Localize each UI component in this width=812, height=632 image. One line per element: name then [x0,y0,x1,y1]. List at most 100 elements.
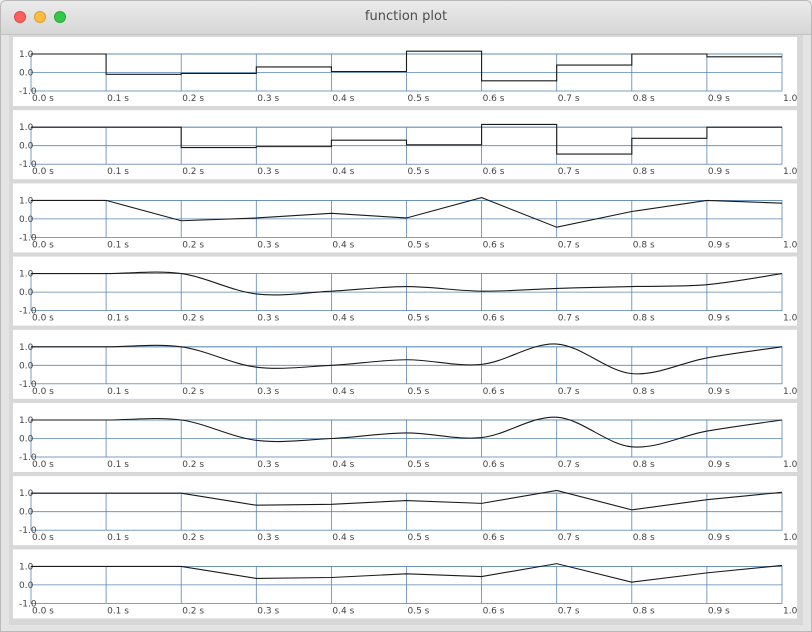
x-tick-label: 0.7 s [558,167,580,177]
x-tick-label: 0.1 s [107,460,129,470]
x-tick-label: 0.0 s [32,606,54,616]
y-tick-label: 0.0 [19,215,34,225]
x-tick-label: 1.0 [783,606,798,616]
x-tick-label: 0.9 s [708,94,730,104]
y-tick-label: 1.0 [19,50,34,60]
x-tick-label: 0.0 s [32,314,54,324]
x-tick-label: 0.3 s [257,460,279,470]
x-tick-label: 0.3 s [257,533,279,543]
panel-background [13,110,797,180]
x-tick-label: 0.4 s [332,240,354,250]
x-tick-label: 1.0 [783,387,798,397]
y-tick-label: 1.0 [19,196,34,206]
x-tick-label: 1.0 [783,94,798,104]
x-tick-label: 0.5 s [408,240,430,250]
x-tick-label: 0.5 s [408,460,430,470]
x-tick-label: 0.9 s [708,240,730,250]
y-tick-label: 1.0 [19,270,34,280]
x-tick-label: 0.0 s [32,460,54,470]
x-tick-label: 0.3 s [257,167,279,177]
plot-panel-6: 1.00.0-1.00.0 s 0.1 s 0.2 s 0.3 s 0.4 s 0.5 s… [13,403,798,472]
x-tick-label: 0.2 s [182,94,204,104]
y-tick-label: 0.0 [19,508,34,518]
plot-panel-5: 1.00.0-1.00.0 s 0.1 s 0.2 s 0.3 s 0.4 s 0.5 s… [13,329,798,399]
x-tick-label: 0.7 s [558,94,580,104]
x-tick-label: 0.9 s [708,460,730,470]
x-tick-label: 0.8 s [633,533,655,543]
x-tick-label: 1.0 [783,314,798,324]
x-tick-label: 0.5 s [408,387,430,397]
panel-background [13,476,797,546]
plot-panel-7: 1.00.0-1.00.0 s 0.1 s 0.2 s 0.3 s 0.4 s 0.5 s… [13,476,798,546]
x-tick-label: 0.2 s [182,606,204,616]
x-tick-label: 0.1 s [107,94,129,104]
window-title: function plot [364,9,448,24]
x-tick-label: 0.3 s [257,606,279,616]
x-tick-label: 0.9 s [708,387,730,397]
x-tick-label: 0.2 s [182,240,204,250]
x-tick-label: 0.2 s [182,167,204,177]
x-tick-label: 0.8 s [633,240,655,250]
x-tick-label: 0.4 s [332,167,354,177]
x-tick-label: 0.0 s [32,94,54,104]
y-tick-label: 0.0 [19,581,34,591]
x-tick-label: 0.1 s [107,314,129,324]
x-tick-label: 0.8 s [633,460,655,470]
x-tick-label: 0.2 s [182,387,204,397]
x-tick-label: 1.0 [783,460,798,470]
plot-panel-4: 1.00.0-1.00.0 s 0.1 s 0.2 s 0.3 s 0.4 s 0.5 s… [13,256,798,326]
x-tick-label: 0.8 s [633,167,655,177]
x-tick-label: 0.7 s [558,533,580,543]
x-tick-label: 0.5 s [408,94,430,104]
panel-background [13,329,797,399]
x-tick-label: 0.4 s [332,314,354,324]
y-tick-label: 1.0 [19,343,34,353]
y-tick-label: 0.0 [19,361,34,371]
y-tick-label: 0.0 [19,142,34,152]
y-tick-label: 0.0 [19,69,34,79]
x-tick-label: 0.1 s [107,167,129,177]
x-tick-label: 0.9 s [708,167,730,177]
x-tick-label: 0.6 s [483,606,505,616]
app-window: function plot 1.0 0.0 -1.0 0.0 s 0.1 s 0.2 s0… [0,0,812,632]
x-tick-label: 0.8 s [633,387,655,397]
plot-panel-1: 1.00.0-1.00.0 s 0.1 s 0.2 s 0.3 s 0.4 s 0.5 s… [13,37,798,106]
x-tick-label: 0.0 s [32,387,54,397]
y-tick-label: 0.0 [19,435,34,445]
x-tick-label: 1.0 [783,533,798,543]
x-tick-label: 0.4 s [332,387,354,397]
x-tick-label: 0.7 s [558,314,580,324]
x-tick-label: 0.2 s [182,533,204,543]
x-tick-label: 0.0 s [32,167,54,177]
x-tick-label: 0.7 s [558,606,580,616]
panel-background [13,549,797,619]
x-tick-label: 0.9 s [708,314,730,324]
function-plots: 1.00.0-1.00.0 s 0.1 s 0.2 s 0.3 s 0.4 s 0.5 s… [13,37,798,619]
x-tick-label: 0.2 s [182,460,204,470]
x-tick-label: 0.0 s [32,533,54,543]
x-tick-label: 0.2 s [182,314,204,324]
x-tick-label: 0.0 s [32,240,54,250]
x-tick-label: 0.7 s [558,387,580,397]
x-tick-label: 0.5 s [408,606,430,616]
x-tick-label: 0.1 s [107,533,129,543]
x-tick-label: 0.6 s [483,314,505,324]
x-tick-label: 0.6 s [483,460,505,470]
y-tick-label: 0.0 [19,288,34,298]
x-tick-label: 0.4 s [332,606,354,616]
x-tick-label: 0.8 s [633,314,655,324]
x-tick-label: 0.3 s [257,314,279,324]
panel-background [13,256,797,326]
x-tick-label: 0.4 s [332,94,354,104]
plot-panel-2: 1.00.0-1.00.0 s 0.1 s 0.2 s 0.3 s 0.4 s 0.5 s… [13,110,798,180]
x-tick-label: 0.1 s [107,240,129,250]
x-tick-label: 0.9 s [708,533,730,543]
x-tick-label: 0.4 s [332,533,354,543]
x-tick-label: 0.3 s [257,94,279,104]
plot-area: 1.0 0.0 -1.0 0.0 s 0.1 s 0.2 s 0.3 s 0.4 s 0.5 s… [9,35,803,625]
x-tick-label: 0.9 s [708,606,730,616]
plot-panel-3: 1.00.0-1.00.0 s 0.1 s 0.2 s 0.3 s 0.4 s 0.5 s… [13,183,798,253]
x-tick-label: 0.1 s [107,387,129,397]
x-tick-label: 0.6 s [483,94,505,104]
x-tick-label: 0.5 s [408,314,430,324]
